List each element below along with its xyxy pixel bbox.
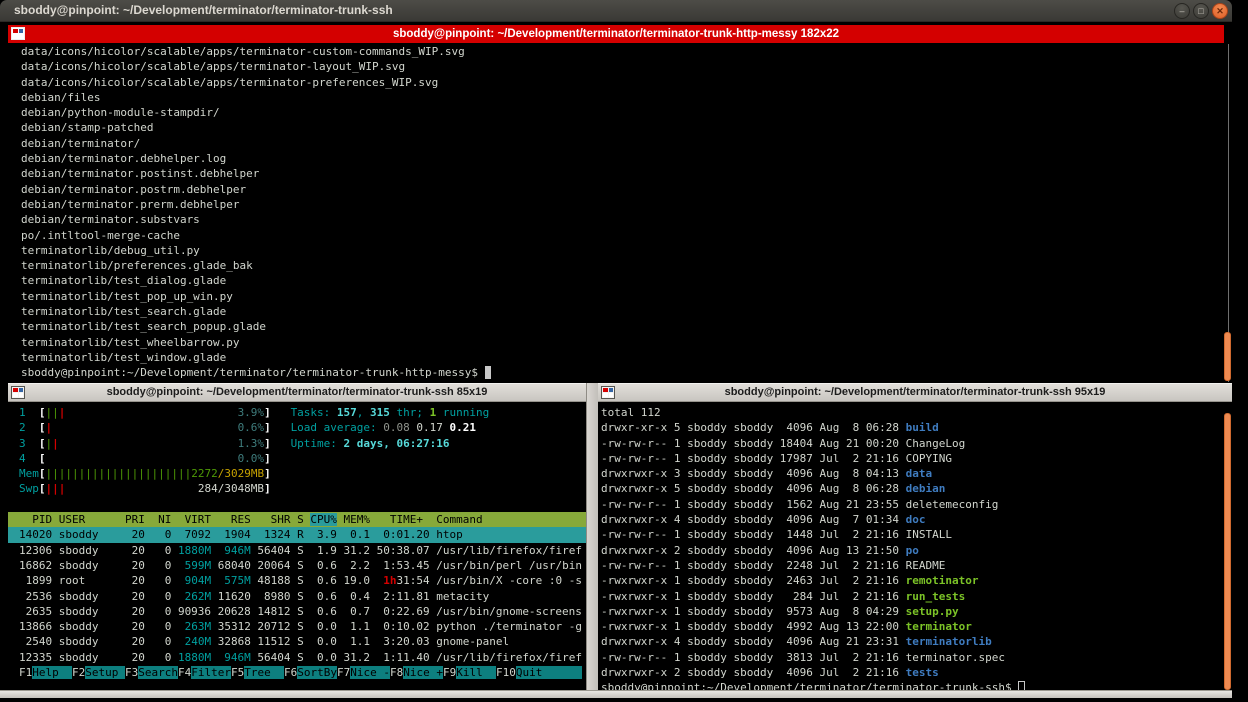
left-pane-title: sboddy@pinpoint: ~/Development/terminato… — [107, 386, 488, 398]
minimize-button[interactable]: – — [1174, 3, 1190, 19]
screen: sboddy@pinpoint: ~/Development/terminato… — [0, 0, 1248, 702]
pane-splitter[interactable] — [586, 383, 598, 690]
top-terminal-output[interactable]: data/icons/hicolor/scalable/apps/termina… — [8, 44, 1224, 382]
htop-terminal-output[interactable]: 1 [||| 3.9%] Tasks: 157, 315 thr; 1 runn… — [8, 405, 586, 690]
maximize-button[interactable]: □ — [1193, 3, 1209, 19]
right-pane-titlebar[interactable]: sboddy@pinpoint: ~/Development/terminato… — [598, 383, 1232, 402]
top-pane-titlebar[interactable]: sboddy@pinpoint: ~/Development/terminato… — [8, 25, 1224, 43]
window-bottom-edge[interactable] — [0, 690, 1232, 698]
group-icon[interactable] — [11, 386, 25, 399]
right-pane-title: sboddy@pinpoint: ~/Development/terminato… — [725, 386, 1106, 398]
group-icon[interactable] — [11, 27, 25, 40]
window-controls: – □ ✕ — [1174, 3, 1228, 19]
group-icon[interactable] — [601, 386, 615, 399]
top-scrollbar-thumb[interactable] — [1224, 332, 1231, 381]
right-scrollbar-thumb[interactable] — [1224, 413, 1231, 690]
window-title: sboddy@pinpoint: ~/Development/terminato… — [14, 3, 393, 17]
ls-terminal-output[interactable]: total 112drwxr-xr-x 5 sboddy sboddy 4096… — [598, 405, 1225, 690]
terminator-window: sboddy@pinpoint: ~/Development/terminato… — [0, 0, 1232, 698]
top-pane-title: sboddy@pinpoint: ~/Development/terminato… — [393, 28, 839, 40]
close-button[interactable]: ✕ — [1212, 3, 1228, 19]
window-titlebar[interactable]: sboddy@pinpoint: ~/Development/terminato… — [0, 0, 1232, 22]
left-pane-titlebar[interactable]: sboddy@pinpoint: ~/Development/terminato… — [8, 383, 586, 402]
